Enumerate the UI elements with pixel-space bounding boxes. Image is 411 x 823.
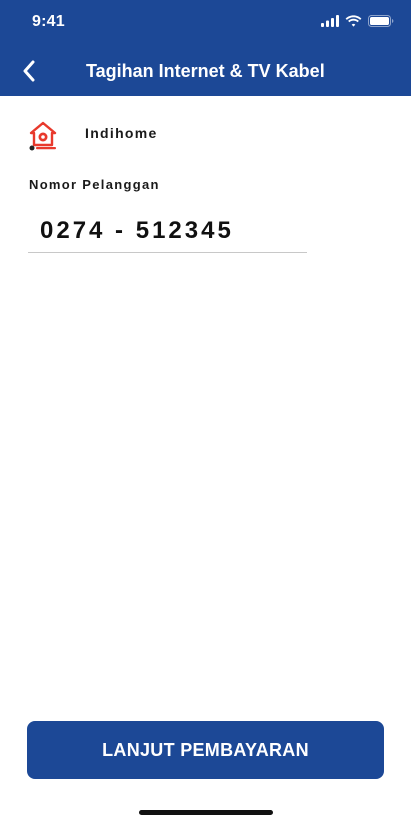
wifi-icon: [345, 15, 362, 27]
app-header: 9:41 Tagihan Internet & TV Kabel: [0, 0, 411, 96]
back-button[interactable]: [14, 56, 44, 86]
signal-icon: [321, 15, 339, 27]
status-icons: [321, 15, 395, 27]
status-time: 9:41: [32, 13, 65, 30]
indihome-logo: [29, 121, 57, 151]
customer-number-label: Nomor Pelanggan: [29, 177, 160, 192]
customer-number-input[interactable]: [28, 210, 307, 253]
provider-name: Indihome: [85, 125, 158, 141]
page-title: Tagihan Internet & TV Kabel: [86, 61, 325, 81]
provider-row: [28, 120, 58, 152]
chevron-left-icon: [23, 60, 35, 82]
home-indicator: [139, 810, 273, 815]
continue-payment-button[interactable]: LANJUT PEMBAYARAN: [27, 721, 384, 779]
battery-icon: [368, 15, 394, 27]
status-bar: 9:41: [0, 0, 411, 44]
nav-bar: Tagihan Internet & TV Kabel: [0, 48, 411, 94]
